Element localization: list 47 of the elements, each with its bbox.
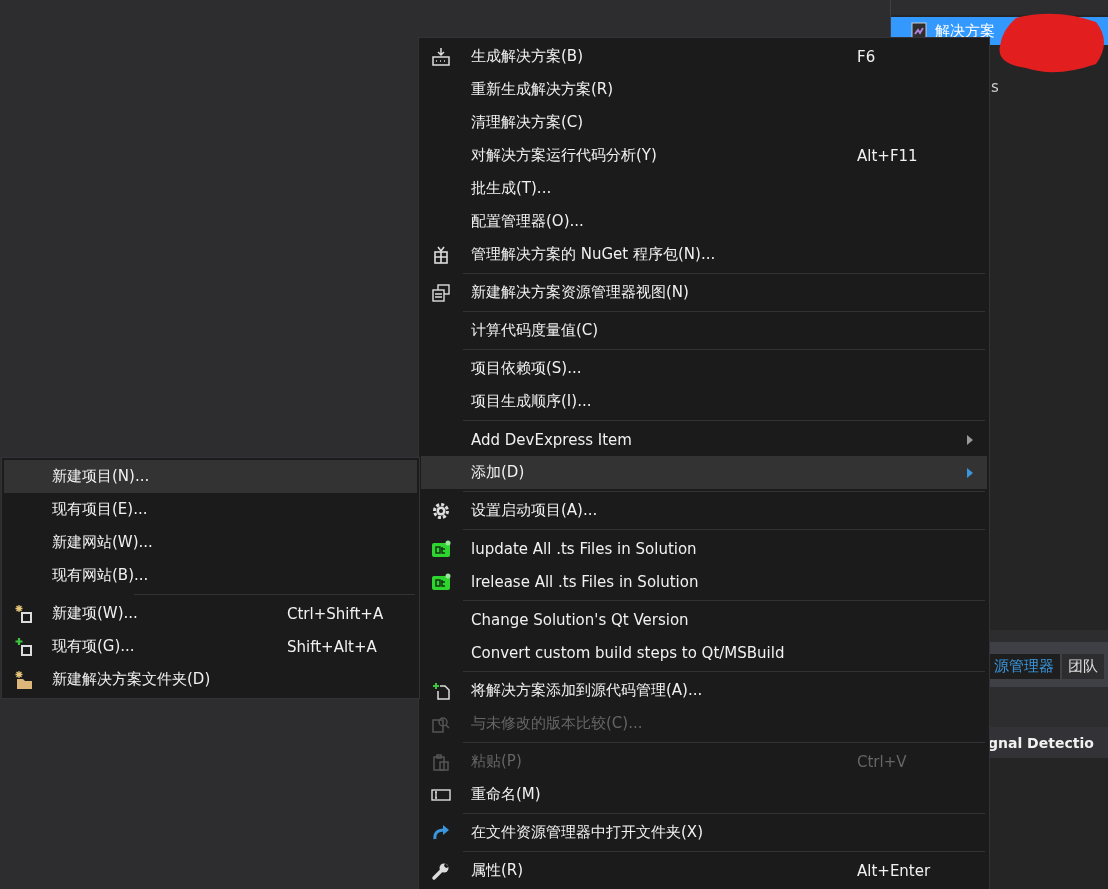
wrench-icon: [431, 860, 451, 881]
submenu-arrow-icon: [967, 434, 973, 445]
menu-item[interactable]: lrelease All .ts Files in Solution: [421, 565, 987, 598]
qt-icon: [431, 538, 451, 559]
menu-item[interactable]: 重新生成解决方案(R): [421, 73, 987, 106]
menu-item[interactable]: Convert custom build steps to Qt/MSBuild: [421, 636, 987, 669]
menu-item[interactable]: 批生成(T)...: [421, 172, 987, 205]
menu-item[interactable]: 管理解决方案的 NuGet 程序包(N)...: [421, 238, 987, 271]
menu-item[interactable]: 项目依赖项(S)...: [421, 352, 987, 385]
menu-item[interactable]: 属性(R) Alt+Enter: [421, 854, 987, 887]
window-stack-icon: [431, 282, 451, 303]
menu-item[interactable]: 清理解决方案(C): [421, 106, 987, 139]
build-icon: [431, 46, 451, 67]
menu-item[interactable]: 添加(D): [421, 456, 987, 489]
menu-item[interactable]: 配置管理器(O)...: [421, 205, 987, 238]
panel-tab[interactable]: 团队: [1062, 654, 1104, 679]
menu-item[interactable]: 现有项目(E)...: [4, 493, 417, 526]
menu-item[interactable]: lupdate All .ts Files in Solution: [421, 532, 987, 565]
package-icon: [431, 244, 451, 265]
menu-item[interactable]: 新建解决方案文件夹(D): [4, 663, 417, 696]
folder-icon: [14, 669, 34, 690]
menu-item[interactable]: 项目生成顺序(I)...: [421, 385, 987, 418]
new-item-icon: [14, 603, 34, 624]
menu-item[interactable]: 现有项(G)... Shift+Alt+A: [4, 630, 417, 663]
menu-item[interactable]: 将解决方案添加到源代码管理(A)...: [421, 674, 987, 707]
menu-item[interactable]: 现有网站(B)...: [4, 559, 417, 592]
menu-item[interactable]: 对解决方案运行代码分析(Y) Alt+F11: [421, 139, 987, 172]
panel-title: gnal Detectio: [988, 735, 1094, 751]
clipboard-icon: [431, 751, 451, 772]
menu-item[interactable]: 计算代码度量值(C): [421, 314, 987, 347]
add-item-icon: [14, 636, 34, 657]
tree-item-label: s: [991, 78, 999, 96]
menu-item[interactable]: 重命名(M): [421, 778, 987, 811]
menu-item[interactable]: 生成解决方案(B) F6: [421, 40, 987, 73]
menu-item[interactable]: 新建网站(W)...: [4, 526, 417, 559]
menu-item[interactable]: 新建项目(N)...: [4, 460, 417, 493]
qt-icon: [431, 571, 451, 592]
menu-item[interactable]: 在文件资源管理器中打开文件夹(X): [421, 816, 987, 849]
menu-item[interactable]: 新建解决方案资源管理器视图(N): [421, 276, 987, 309]
add-file-icon: [431, 680, 451, 701]
menu-item[interactable]: 新建项(W)... Ctrl+Shift+A: [4, 597, 417, 630]
panel-tab[interactable]: 源管理器: [988, 654, 1060, 679]
menu-item[interactable]: Change Solution's Qt Version: [421, 603, 987, 636]
menu-item[interactable]: 设置启动项目(A)...: [421, 494, 987, 527]
submenu-arrow-icon: [967, 467, 973, 478]
settings-icon: [431, 500, 451, 521]
menu-item[interactable]: Add DevExpress Item: [421, 423, 987, 456]
